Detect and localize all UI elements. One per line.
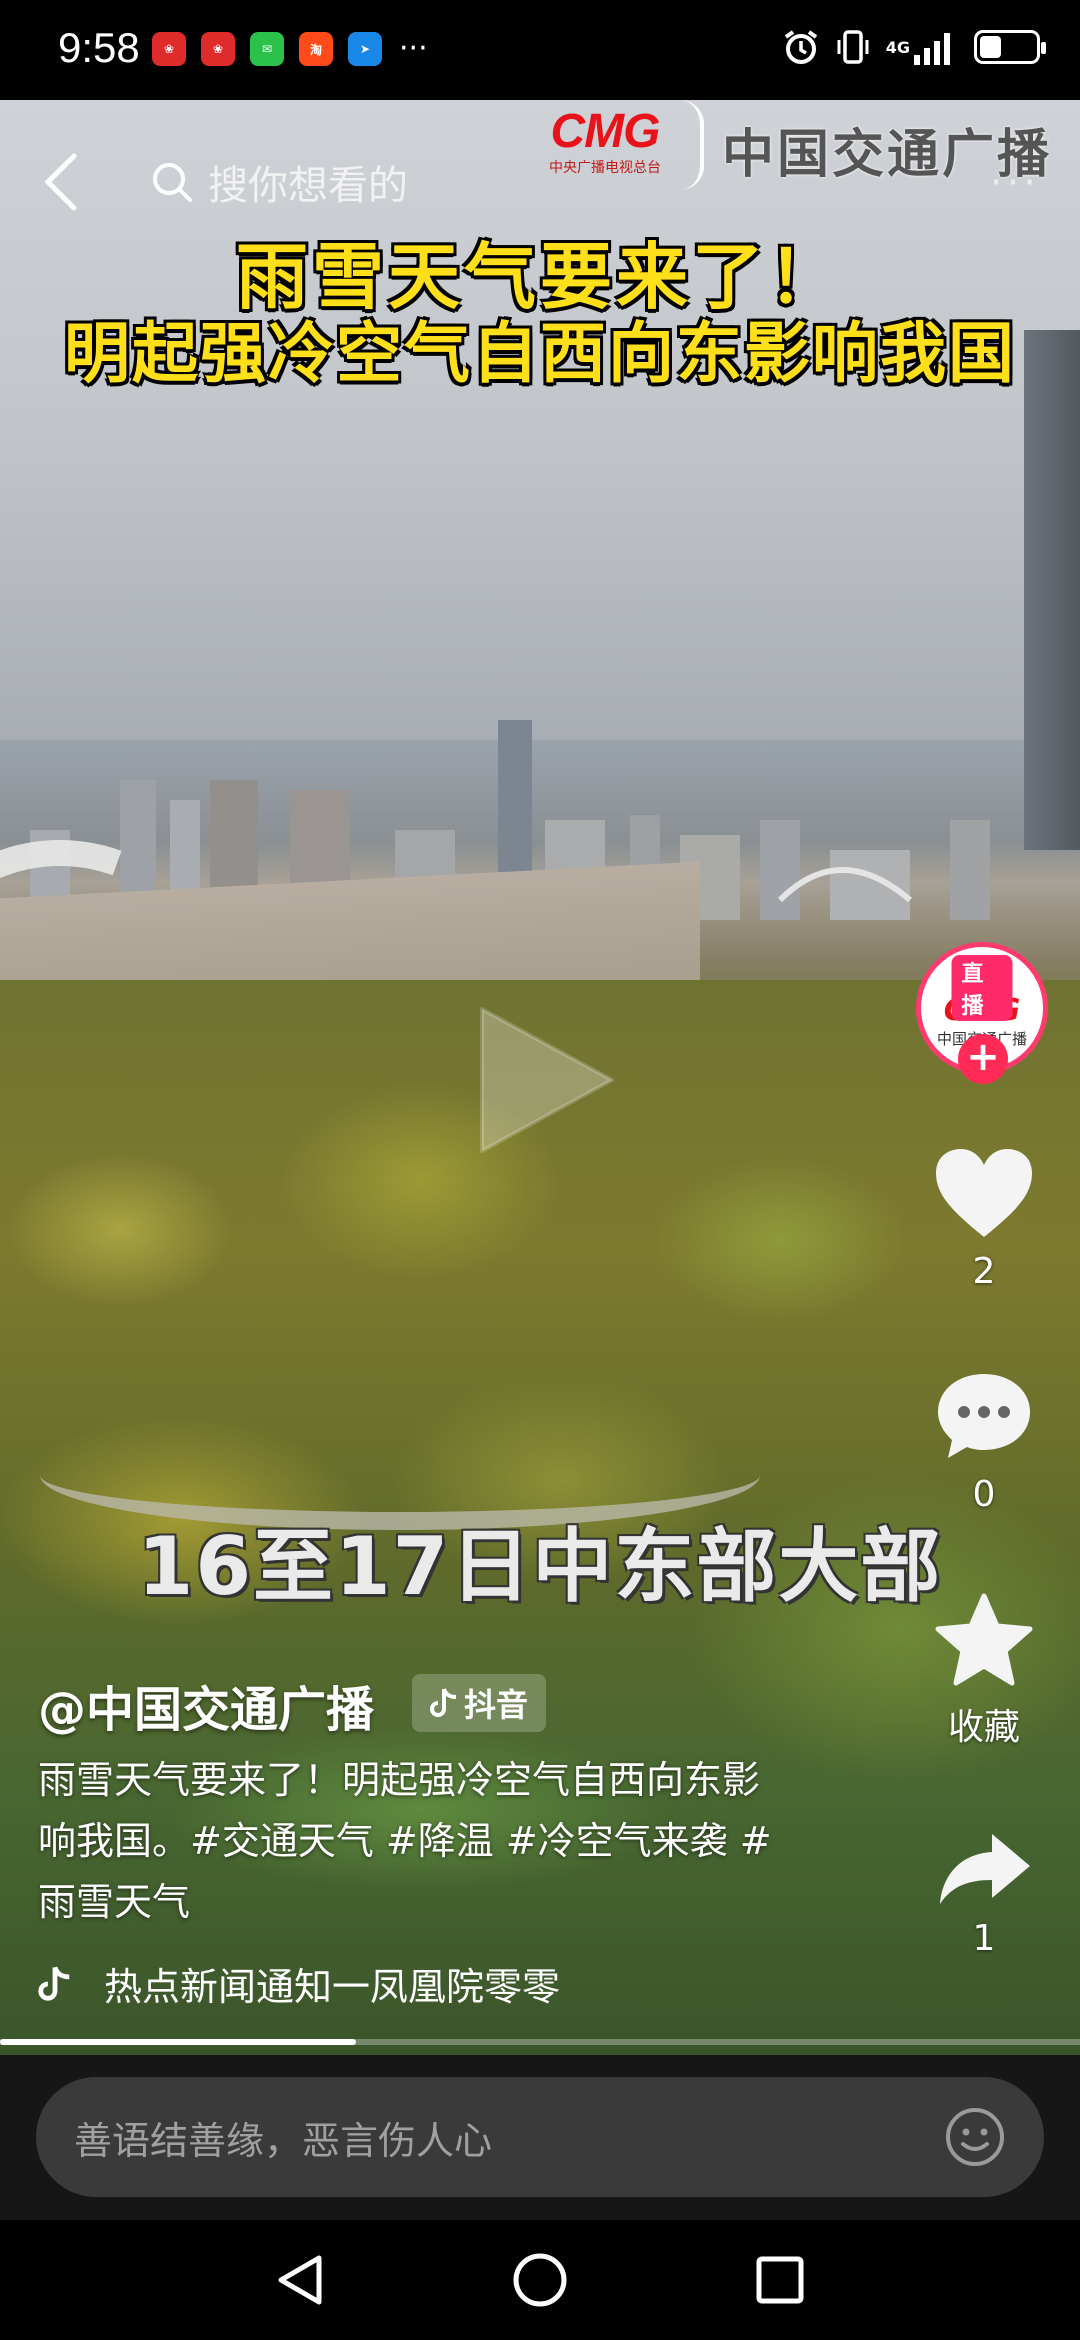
notification-icons: ❀ ❀ ✉ 淘 ➤ ··· [152,32,428,66]
wechat-icon: ✉ [250,32,284,66]
messenger-icon: ➤ [348,32,382,66]
share-count: 1 [972,1918,996,1959]
music-row[interactable]: 热点新闻通知一凤凰院零零 [38,1956,624,2011]
back-button[interactable] [30,150,90,214]
logo-separator [680,100,704,190]
system-nav-bar [0,2220,1080,2340]
platform-tag-label: 抖音 [464,1686,529,1724]
music-title: 热点新闻通知一凤凰院零零 [104,1965,561,2009]
cmg-logo-mark: CMG [550,105,661,158]
share-icon [940,1834,1030,1904]
comment-button[interactable]: 0 [920,1368,1048,1515]
square-recents-icon [756,2256,804,2304]
comment-input[interactable]: 善语结善缘，恶言伤人心 [36,2077,1044,2197]
taobao-icon: 淘 [299,32,333,66]
battery-icon [974,30,1046,64]
search-icon [153,163,192,202]
video-progress-bar[interactable] [0,2039,1080,2045]
more-options-button[interactable]: ··· [990,160,1040,206]
cmg-logo: CMG 中央广播电视总台 [530,104,680,177]
vibrate-icon [836,28,870,66]
favorite-button[interactable]: 收藏 [920,1592,1048,1750]
favorite-label: 收藏 [947,1707,1020,1748]
live-badge: 直播 [951,955,1013,1021]
like-button[interactable]: 2 [920,1145,1048,1292]
signal-icon: 4G [886,28,958,66]
like-count: 2 [972,1251,996,1292]
circle-home-icon [513,2253,567,2307]
comment-icon [938,1374,1030,1458]
video-progress-fill [0,2039,357,2045]
cmg-logo-subtitle: 中央广播电视总台 [549,160,661,176]
battery-level [980,36,1001,58]
network-type: 4G [885,37,910,57]
comment-placeholder: 善语结善缘，恶言伤人心 [74,2118,493,2163]
video-headline-2: 明起强冷空气自西向东影响我国 [64,315,1016,392]
emoji-icon[interactable] [944,2106,1006,2168]
author-name[interactable]: @中国交通广播 [38,1670,374,1740]
tiktok-icon [430,1688,457,1717]
chevron-left-icon [44,153,77,211]
alarm-icon [782,28,820,66]
play-button[interactable] [462,995,622,1165]
share-button[interactable]: 1 [920,1828,1048,1959]
video-description[interactable]: 雨雪天气要来了！明起强冷空气自西向东影响我国。#交通天气 #降温 #冷空气来袭 … [38,1750,778,1933]
huawei-app-icon: ❀ [152,32,186,66]
tiktok-music-icon [38,1965,70,2001]
follow-button[interactable]: + [958,1034,1008,1084]
more-notifications-icon: ··· [399,31,428,66]
star-icon [935,1593,1033,1686]
status-time: 9:58 [58,24,140,71]
status-bar: 9:58 ❀ ❀ ✉ 淘 ➤ ··· 4G [0,0,1080,100]
nav-home-button[interactable] [504,2244,576,2316]
nav-recents-button[interactable] [744,2244,816,2316]
status-right: 4G [782,28,1046,66]
platform-tag[interactable]: 抖音 [412,1674,547,1732]
comment-bar: 善语结善缘，恶言伤人心 [0,2055,1080,2220]
triangle-back-icon [278,2255,322,2305]
video-subtitle: 16至17日中东部大部 [137,1520,943,1613]
search-placeholder: 搜你想看的 [208,163,408,209]
search-bar[interactable]: 搜你想看的 [150,142,550,222]
nav-back-button[interactable] [264,2244,336,2316]
heart-icon [936,1149,1032,1237]
huawei-app-icon: ❀ [201,32,235,66]
comment-count: 0 [972,1474,996,1515]
